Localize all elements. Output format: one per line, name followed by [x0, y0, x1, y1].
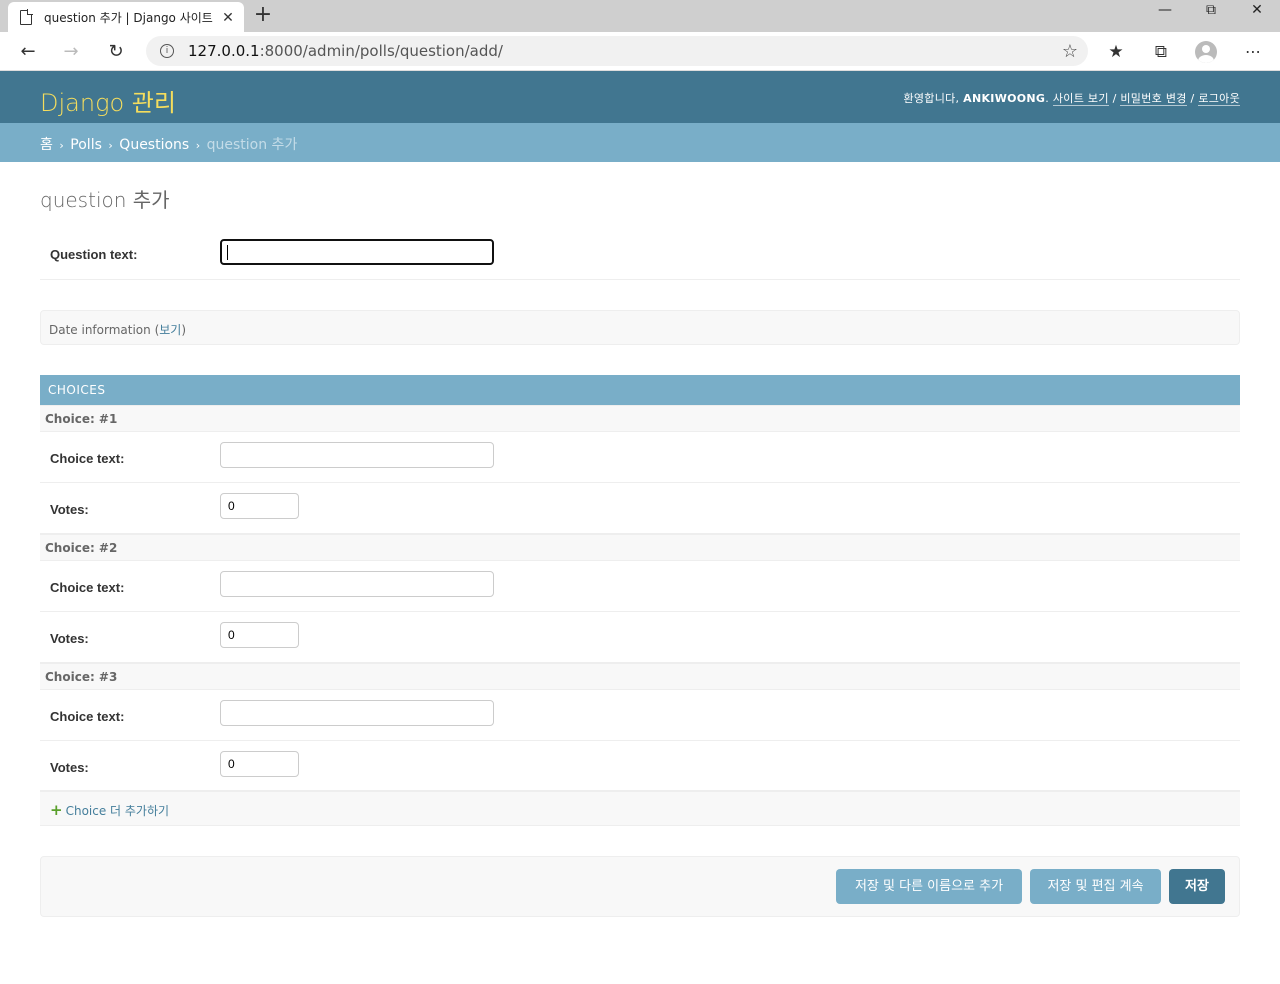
browser-tab[interactable]: question 추가 | Django 사이트 관리 ✕: [8, 2, 244, 32]
breadcrumb-app[interactable]: Polls: [70, 137, 102, 153]
votes-label: Votes:: [50, 760, 89, 775]
url-path: :8000/admin/polls/question/add/: [259, 42, 503, 60]
submit-row: 저장 및 다른 이름으로 추가 저장 및 편집 계속 저장: [40, 856, 1240, 917]
tab-title: question 추가 | Django 사이트 관리: [44, 10, 216, 25]
restore-icon[interactable]: ⧉: [1188, 2, 1234, 24]
date-info-show-link[interactable]: 보기: [159, 323, 181, 337]
more-icon[interactable]: ⋯: [1240, 39, 1266, 65]
browser-tab-bar: question 추가 | Django 사이트 관리 ✕ + — ⧉ ✕: [0, 0, 1280, 32]
favorite-star-icon[interactable]: ☆: [1062, 41, 1078, 62]
url-host: 127.0.0.1: [188, 42, 260, 60]
separator: /: [1112, 92, 1117, 105]
tab-close-icon[interactable]: ✕: [220, 9, 236, 26]
breadcrumb-current: question 추가: [206, 137, 298, 153]
change-password-link[interactable]: 비밀번호 변경: [1120, 92, 1187, 106]
page-icon: [20, 9, 33, 25]
minimize-icon[interactable]: —: [1142, 2, 1188, 24]
question-text-label: Question text:: [50, 247, 138, 262]
question-text-input[interactable]: [220, 239, 494, 265]
page-title: question 추가: [40, 188, 170, 212]
breadcrumb-home[interactable]: 홈: [40, 137, 53, 153]
url-text: 127.0.0.1:8000/admin/polls/question/add/: [188, 42, 503, 60]
breadcrumb: 홈 › Polls › Questions › question 추가: [0, 123, 1280, 162]
choice-3-votes-row: Votes: 0: [40, 741, 1240, 791]
choice-2-votes-row: Votes: 0: [40, 612, 1240, 663]
breadcrumb-separator: ›: [104, 139, 117, 152]
logout-link[interactable]: 로그아웃: [1198, 92, 1240, 106]
separator: /: [1190, 92, 1195, 105]
choice-text-label: Choice text:: [50, 580, 125, 595]
site-branding[interactable]: Django 관리: [40, 83, 176, 118]
new-tab-icon[interactable]: +: [252, 4, 274, 28]
choice-2-votes-input[interactable]: 0: [220, 622, 299, 648]
question-text-row: Question text:: [40, 226, 1240, 280]
choice-3-text-row: Choice text:: [40, 690, 1240, 741]
breadcrumb-model[interactable]: Questions: [119, 137, 189, 153]
welcome-text: 환영합니다,: [903, 92, 960, 105]
add-another-choice-link[interactable]: + Choice 더 추가하기: [50, 801, 170, 819]
window-close-icon[interactable]: ✕: [1234, 2, 1280, 24]
username: ANKIWOONG: [963, 92, 1046, 105]
save-button[interactable]: 저장: [1169, 869, 1225, 904]
add-choice-row: + Choice 더 추가하기: [40, 791, 1240, 826]
choice-1-votes-row: Votes: 0: [40, 483, 1240, 534]
back-arrow-icon[interactable]: ←: [15, 39, 41, 65]
reload-icon[interactable]: ↻: [103, 39, 129, 65]
choice-1-votes-input[interactable]: 0: [220, 493, 299, 519]
choice-3-votes-input[interactable]: 0: [220, 751, 299, 777]
collections-icon[interactable]: ⧉: [1148, 39, 1174, 65]
view-site-link[interactable]: 사이트 보기: [1052, 92, 1109, 106]
user-tools: 환영합니다, ANKIWOONG. 사이트 보기 / 비밀번호 변경 / 로그아…: [903, 92, 1240, 106]
avatar-icon: [1195, 41, 1217, 63]
votes-label: Votes:: [50, 502, 89, 517]
plus-icon: +: [50, 801, 63, 819]
date-info-label: Date information: [49, 323, 151, 337]
browser-toolbar: ← → ↻ i 127.0.0.1:8000/admin/polls/quest…: [0, 32, 1280, 71]
votes-label: Votes:: [50, 631, 89, 646]
choice-text-label: Choice text:: [50, 709, 125, 724]
breadcrumb-separator: ›: [55, 139, 68, 152]
choice-text-label: Choice text:: [50, 451, 125, 466]
admin-header: Django 관리 환영합니다, ANKIWOONG. 사이트 보기 / 비밀번…: [0, 71, 1280, 123]
choice-2-text-row: Choice text:: [40, 561, 1240, 612]
profile-button[interactable]: [1193, 39, 1219, 65]
save-and-add-another-button[interactable]: 저장 및 다른 이름으로 추가: [836, 869, 1022, 904]
info-icon[interactable]: i: [160, 44, 174, 58]
add-another-label: Choice 더 추가하기: [65, 804, 170, 818]
choice-3-text-input[interactable]: [220, 700, 494, 726]
choice-2-title: Choice: #2: [40, 534, 1240, 561]
choices-inline-header: CHOICES: [40, 375, 1240, 405]
choice-1-text-input[interactable]: [220, 442, 494, 468]
save-and-continue-button[interactable]: 저장 및 편집 계속: [1030, 869, 1161, 904]
choice-1-title: Choice: #1: [40, 405, 1240, 432]
address-bar[interactable]: i 127.0.0.1:8000/admin/polls/question/ad…: [146, 36, 1088, 66]
date-information-fieldset: Date information (보기): [40, 310, 1240, 345]
choice-1-text-row: Choice text:: [40, 432, 1240, 483]
choice-3-title: Choice: #3: [40, 663, 1240, 690]
choice-2-text-input[interactable]: [220, 571, 494, 597]
forward-arrow-icon[interactable]: →: [58, 39, 84, 65]
breadcrumb-separator: ›: [192, 139, 204, 152]
favorites-icon[interactable]: ★: [1103, 39, 1129, 65]
